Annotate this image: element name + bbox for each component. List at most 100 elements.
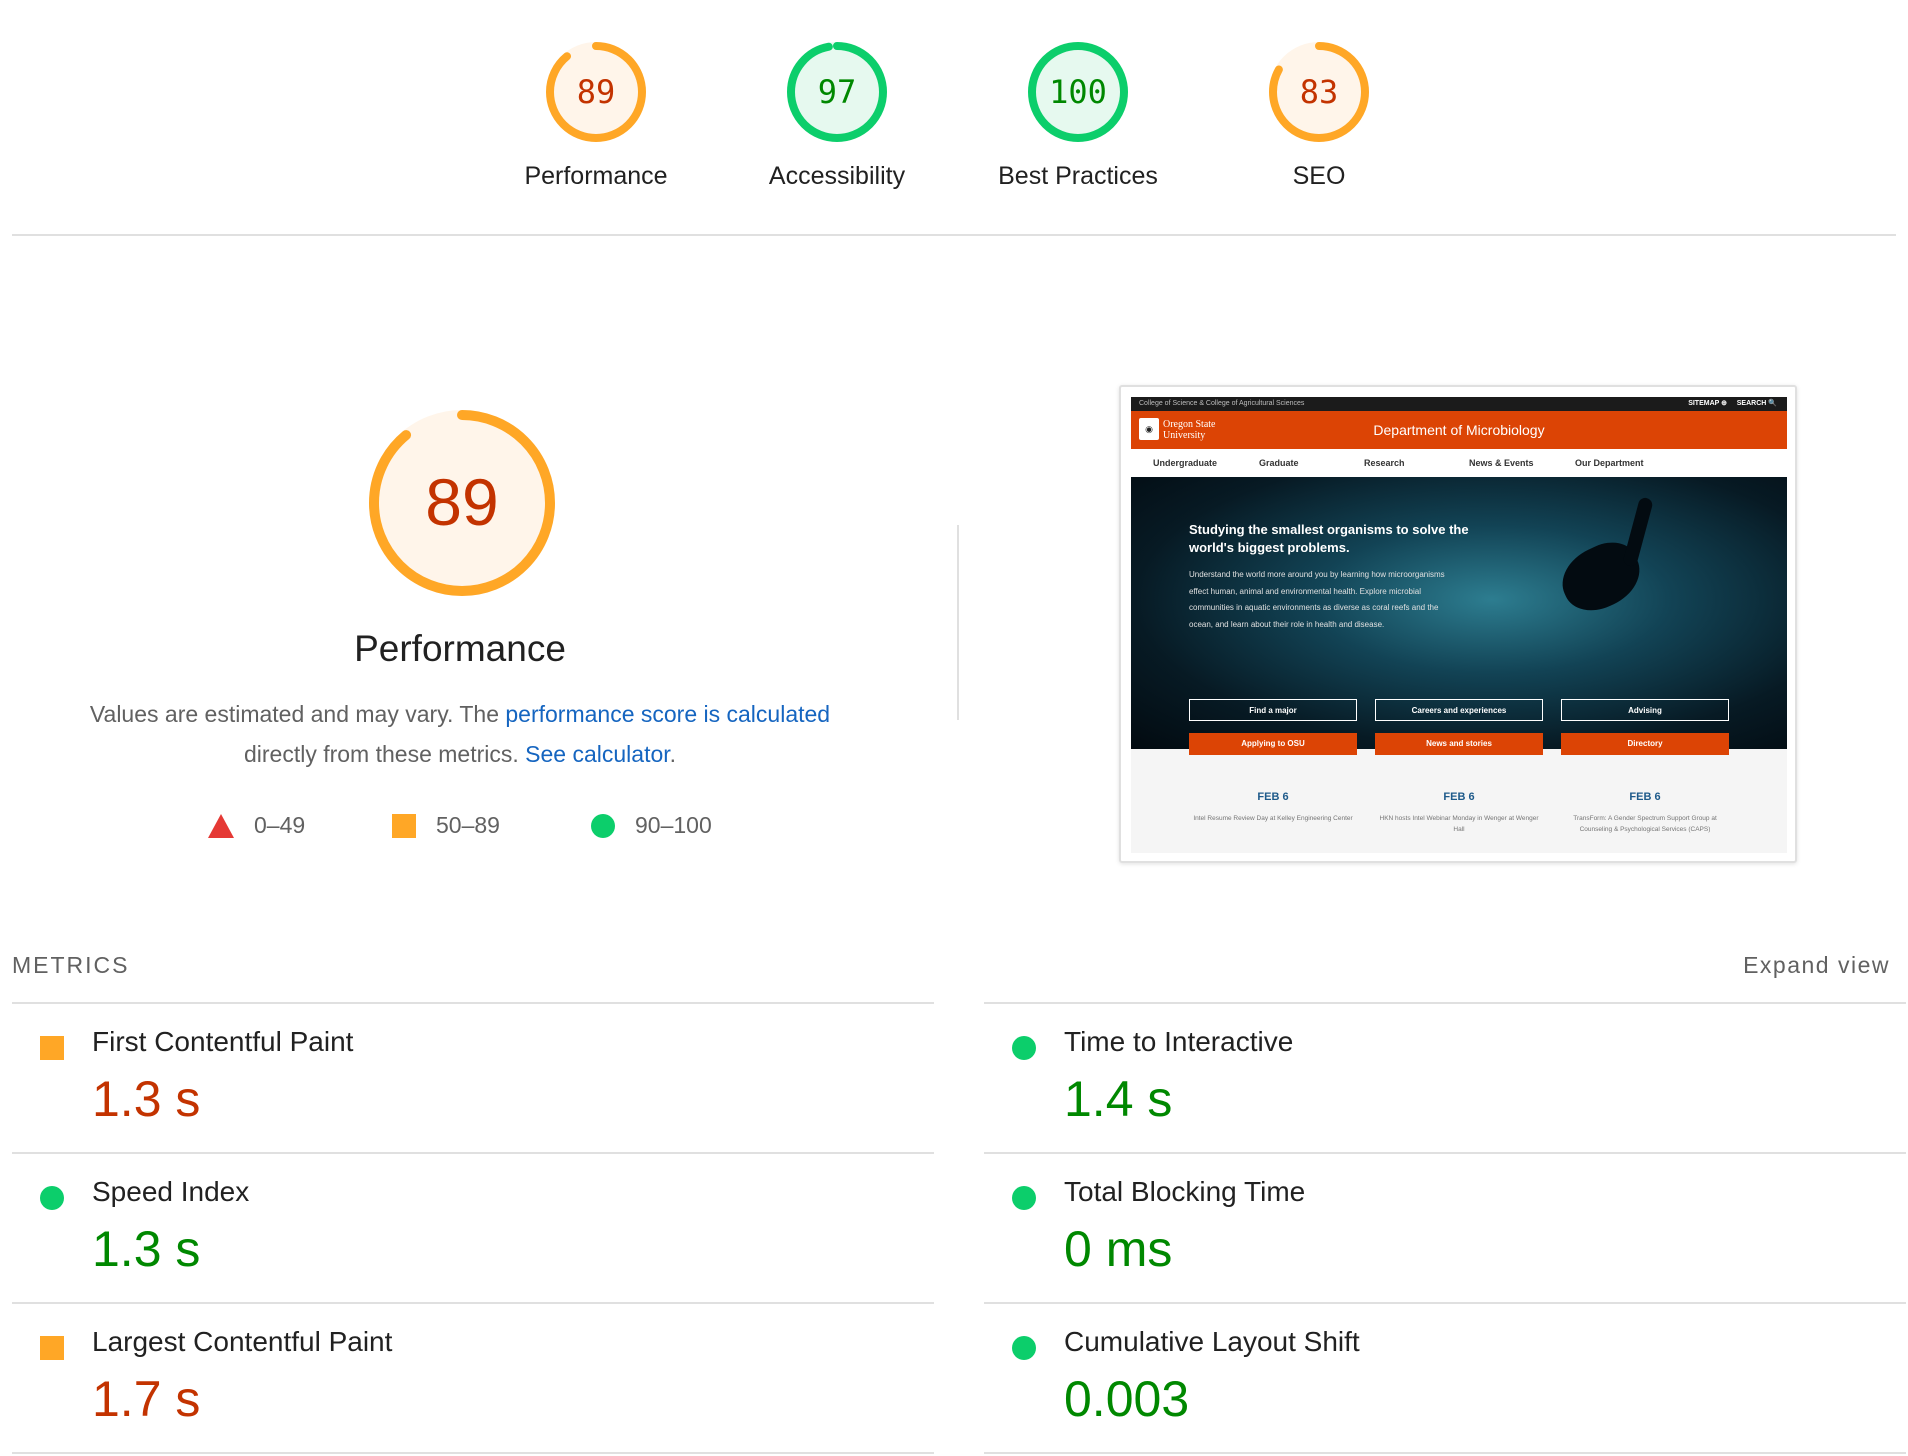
metric-name: Cumulative Layout Shift: [1064, 1326, 1360, 1357]
legend-pass: 90–100: [591, 812, 712, 839]
gauge-performance[interactable]: 89 Performance: [476, 40, 716, 191]
legend-label: 90–100: [635, 812, 712, 838]
diver-silhouette-leg: [1622, 496, 1654, 568]
event-item: FEB 6 HKN hosts Intel Webinar Monday in …: [1379, 791, 1539, 835]
metric-name: Speed Index: [92, 1176, 250, 1207]
score-legend: 0–49 50–89 90–100: [0, 812, 900, 852]
metrics-column-left: First Contentful Paint 1.3 s Speed Index…: [12, 1002, 934, 1454]
sitemap-link: SITEMAP ⊕: [1688, 400, 1727, 407]
nav-item: News & Events: [1469, 458, 1534, 468]
average-square-icon: [40, 1336, 64, 1360]
metric-total-blocking-time: Total Blocking Time 0 ms: [984, 1152, 1906, 1302]
gauge-ring-seo: 83: [1269, 42, 1369, 142]
performance-title: Performance: [354, 628, 566, 669]
legend-average: 50–89: [392, 812, 500, 839]
metric-value: 1.4 s: [1064, 1071, 1173, 1127]
hero-body: Understand the world more around you by …: [1189, 570, 1445, 629]
event-text: Intel Resume Review Day at Kelley Engine…: [1193, 815, 1353, 822]
performance-gauge-large: 89: [364, 405, 560, 606]
desc-text-1: Values are estimated and may vary. The: [89, 701, 506, 727]
average-square-icon: [40, 1036, 64, 1060]
hero-button: Directory: [1561, 733, 1729, 755]
desc-text-2: directly from these metrics.: [243, 741, 526, 767]
gauge-ring-best-practices: 100: [1028, 42, 1128, 142]
gauge-ring-performance: 89: [546, 42, 646, 142]
gauge-score: 83: [1300, 73, 1339, 111]
screenshot-content: College of Science & College of Agricult…: [1131, 397, 1787, 853]
nav-item: Undergraduate: [1153, 458, 1218, 468]
metric-name: Total Blocking Time: [1064, 1176, 1306, 1207]
event-text: TransForm: A Gender Spectrum Support Gro…: [1573, 815, 1717, 833]
event-item: FEB 6 Intel Resume Review Day at Kelley …: [1193, 791, 1353, 824]
pass-circle-icon: [40, 1186, 64, 1210]
metric-largest-contentful-paint: Largest Contentful Paint 1.7 s: [12, 1302, 934, 1454]
hero-button: News and stories: [1375, 733, 1543, 755]
metric-cumulative-layout-shift: Cumulative Layout Shift 0.003: [984, 1302, 1906, 1454]
header-divider: [12, 234, 1896, 236]
nav-item: Research: [1364, 458, 1405, 468]
performance-score: 89: [425, 465, 498, 539]
metric-value: 1.7 s: [92, 1371, 201, 1427]
expand-view-toggle[interactable]: Expand view: [1743, 952, 1890, 979]
desc-text-3: .: [669, 741, 677, 767]
screenshot-header: ◉ Oregon State University Department of …: [1131, 411, 1787, 449]
search-link: SEARCH 🔍: [1736, 400, 1777, 407]
pass-circle-icon: [1012, 1186, 1036, 1210]
metric-value: 0 ms: [1064, 1221, 1173, 1277]
metric-first-contentful-paint: First Contentful Paint 1.3 s: [12, 1002, 934, 1152]
performance-description: Values are estimated and may vary. The p…: [50, 694, 870, 774]
average-square-icon: [392, 813, 416, 838]
metric-speed-index: Speed Index 1.3 s: [12, 1152, 934, 1302]
event-item: FEB 6 TransForm: A Gender Spectrum Suppo…: [1565, 791, 1725, 835]
gauge-label: Accessibility: [768, 162, 906, 190]
performance-gauge-ring: 89: [369, 410, 555, 596]
gauge-ring-accessibility: 97: [787, 42, 887, 142]
gauge-seo[interactable]: 83 SEO: [1199, 40, 1439, 191]
gauge-best-practices[interactable]: 100 Best Practices: [958, 40, 1198, 191]
metric-name: First Contentful Paint: [92, 1026, 354, 1057]
hero-button: Advising: [1561, 699, 1729, 721]
final-screenshot[interactable]: College of Science & College of Agricult…: [1119, 385, 1797, 863]
gauge-label: Best Practices: [998, 162, 1158, 190]
nav-item: Graduate: [1259, 458, 1299, 468]
metric-name: Time to Interactive: [1064, 1026, 1294, 1057]
nav-item: Our Department: [1575, 458, 1644, 468]
hero-button: Applying to OSU: [1189, 733, 1357, 755]
event-text: HKN hosts Intel Webinar Monday in Wenger…: [1379, 815, 1539, 833]
metric-value: 0.003: [1064, 1371, 1190, 1427]
metrics-column-right: Time to Interactive 1.4 s Total Blocking…: [984, 1002, 1906, 1454]
legend-label: 0–49: [254, 812, 306, 838]
event-date: FEB 6: [1443, 791, 1475, 803]
score-calculation-link[interactable]: performance score is calculated: [505, 701, 830, 727]
pass-circle-icon: [1012, 1036, 1036, 1060]
vertical-divider: [957, 525, 959, 720]
screenshot-hero: Studying the smallest organisms to solve…: [1131, 477, 1787, 755]
hero-button: Find a major: [1189, 699, 1357, 721]
event-date: FEB 6: [1629, 791, 1661, 803]
legend-fail: 0–49: [208, 812, 305, 839]
gauge-label: SEO: [1292, 162, 1346, 190]
gauge-accessibility[interactable]: 97 Accessibility: [717, 40, 957, 191]
gauge-label: Performance: [524, 162, 668, 190]
fail-triangle-icon: [208, 813, 234, 838]
metric-value: 1.3 s: [92, 1221, 201, 1277]
gauge-score: 100: [1049, 73, 1107, 111]
department-title: Department of Microbiology: [1373, 422, 1545, 438]
legend-label: 50–89: [436, 812, 500, 838]
metric-name: Largest Contentful Paint: [92, 1326, 393, 1357]
pass-circle-icon: [1012, 1336, 1036, 1360]
screenshot-nav: Undergraduate Graduate Research News & E…: [1131, 449, 1787, 477]
see-calculator-link[interactable]: See calculator: [525, 741, 669, 767]
screenshot-topbar: College of Science & College of Agricult…: [1131, 397, 1787, 411]
metrics-heading: METRICS: [12, 952, 130, 978]
gauge-score: 97: [818, 73, 857, 111]
hero-button: Careers and experiences: [1375, 699, 1543, 721]
hero-title: Studying the smallest organisms to solve…: [1189, 522, 1469, 555]
metric-time-to-interactive: Time to Interactive 1.4 s: [984, 1002, 1906, 1152]
pass-circle-icon: [591, 813, 615, 838]
category-gauges: 89 Performance 97 Accessibility 100 Best…: [0, 0, 1908, 240]
metric-value: 1.3 s: [92, 1071, 201, 1127]
gauge-score: 89: [577, 73, 616, 111]
topbar-text: College of Science & College of Agricult…: [1139, 400, 1305, 407]
event-date: FEB 6: [1257, 791, 1289, 803]
